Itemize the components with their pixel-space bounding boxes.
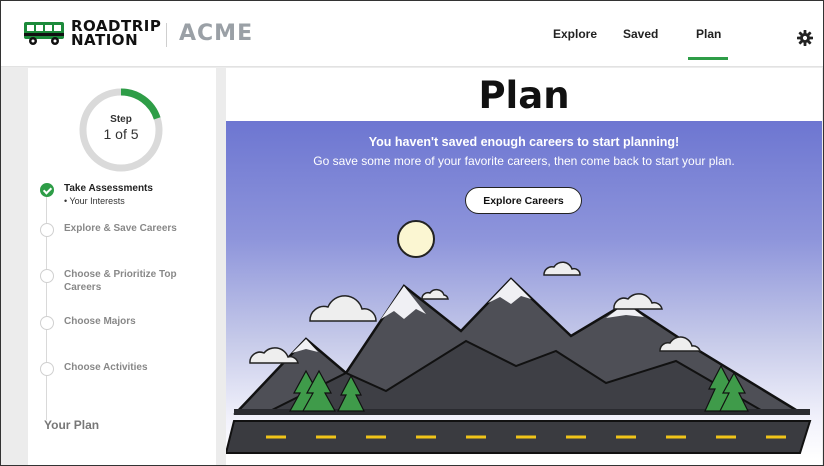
step-dot-icon [40, 362, 54, 376]
gear-icon[interactable] [797, 30, 813, 46]
step-title: Choose Majors [64, 316, 136, 327]
step-title: Choose & Prioritize Top Careers [64, 269, 177, 293]
partner-logo: ACME [179, 21, 254, 46]
step-choose-activities[interactable]: Choose Activities [40, 361, 148, 376]
logo-wordmark: ROADTRIP NATION [71, 19, 161, 49]
explore-careers-button[interactable]: Explore Careers [465, 187, 582, 214]
bus-icon [24, 22, 64, 45]
your-plan-label[interactable]: Your Plan [44, 418, 99, 432]
step-label: Step [110, 114, 132, 125]
nav-saved[interactable]: Saved [623, 1, 658, 67]
plan-progress-sidebar: Step 1 of 5 Take Assessments • Your Inte… [28, 68, 216, 465]
empty-state-heading: You haven't saved enough careers to star… [368, 135, 680, 149]
plan-main-panel: Plan You haven't saved enough careers to… [226, 68, 822, 465]
empty-state-banner: You haven't saved enough careers to star… [226, 121, 822, 459]
step-subitem: • Your Interests [64, 196, 125, 206]
check-circle-icon [40, 183, 54, 197]
nav-explore[interactable]: Explore [553, 1, 597, 67]
logo-divider [166, 23, 167, 47]
step-choose-majors[interactable]: Choose Majors [40, 315, 136, 330]
roadtrip-nation-logo[interactable]: ROADTRIP NATION [23, 19, 161, 49]
active-nav-indicator [688, 57, 728, 60]
step-dot-icon [40, 316, 54, 330]
page-title: Plan [478, 74, 570, 117]
step-choose-prioritize[interactable]: Choose & Prioritize Top Careers [40, 268, 216, 294]
step-dot-icon [40, 269, 54, 283]
step-take-assessments[interactable]: Take Assessments • Your Interests [40, 182, 153, 207]
step-title: Take Assessments [64, 183, 153, 194]
empty-state-message: Go save some more of your favorite caree… [313, 154, 735, 168]
step-explore-save-careers[interactable]: Explore & Save Careers [40, 222, 177, 237]
step-title: Choose Activities [64, 362, 148, 373]
top-header: ROADTRIP NATION ACME Explore Saved Plan [1, 1, 823, 67]
step-dot-icon [40, 223, 54, 237]
app-window: ROADTRIP NATION ACME Explore Saved Plan [0, 0, 824, 466]
sun-icon [397, 220, 435, 258]
step-title: Explore & Save Careers [64, 223, 177, 234]
step-count: 1 of 5 [103, 126, 139, 142]
logo-line-2: NATION [71, 31, 139, 49]
mountain-illustration [226, 220, 812, 454]
